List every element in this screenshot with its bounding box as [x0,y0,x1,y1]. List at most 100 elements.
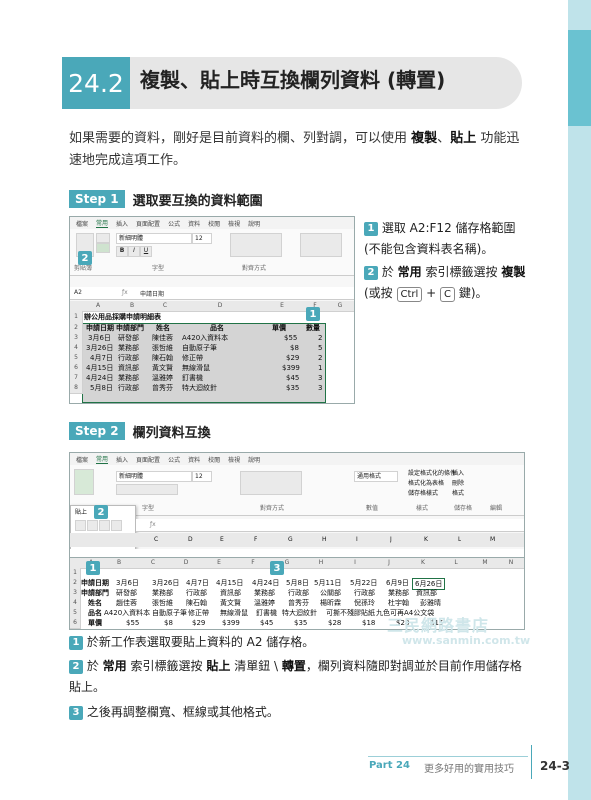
result-cell[interactable]: 修正帶 [188,608,209,618]
italic-icon[interactable]: I [128,246,140,257]
col-header[interactable]: H [304,558,339,569]
format-cells-button[interactable]: 格式 [452,489,464,499]
data-cell[interactable]: 自動原子筆 [182,343,217,353]
col-header[interactable]: K [406,558,441,569]
paste-no-border-icon[interactable] [111,520,122,531]
col-header[interactable]: D [180,301,261,312]
header-cell[interactable]: 申請部門 [116,323,144,333]
result-cell[interactable]: 黃文賢 [220,598,241,608]
tab-home[interactable]: 常用 [96,454,109,464]
col-header[interactable]: K [424,535,428,545]
result-cell[interactable]: 張哲維 [152,598,173,608]
result-cell[interactable]: 彭雅晴 [420,598,441,608]
result-cell[interactable]: $29 [192,618,205,628]
result-cell[interactable]: 單價 [88,618,102,628]
col-header[interactable]: I [356,535,358,545]
data-cell[interactable]: 3月26日 [86,343,113,353]
data-cell[interactable]: 張哲維 [152,343,173,353]
result-cell[interactable]: 4月7日 [186,578,209,588]
col-header[interactable]: G [326,301,354,312]
result-cell[interactable]: $8 [164,618,173,628]
col-header[interactable]: E [260,301,305,312]
result-cell[interactable]: 行政部 [354,588,375,598]
conditional-format-button[interactable]: 設定格式化的條件 [408,469,456,479]
paste-formulas-icon[interactable] [87,520,98,531]
tab-file[interactable]: 檔案 [76,455,88,464]
result-cell[interactable]: 特大迴紋針 [282,608,317,618]
number-format-controls[interactable] [300,233,342,257]
data-cell[interactable]: $45 [286,373,299,383]
font-name-select[interactable]: 新細明體 [116,233,192,244]
col-header[interactable]: M [490,535,495,545]
tab-review[interactable]: 校閱 [208,219,220,228]
data-cell[interactable]: 4月15日 [86,363,113,373]
underline-icon[interactable]: U [140,246,152,257]
result-cell[interactable]: 無線滑鼠 [220,608,248,618]
tab-data[interactable]: 資料 [188,455,200,464]
tab-help[interactable]: 說明 [248,219,260,228]
result-cell[interactable]: 杜宇翰 [388,598,409,608]
data-cell[interactable]: 1 [318,363,322,373]
data-cell[interactable]: 溫雅婷 [152,373,173,383]
data-cell[interactable]: 2 [318,333,322,343]
tab-file[interactable]: 檔案 [76,219,88,228]
col-header[interactable]: A [82,301,115,312]
font-size-select[interactable]: 12 [192,471,212,482]
result-cell[interactable]: 倪孫玲 [354,598,375,608]
result-cell[interactable]: A420入資料本 [104,608,150,618]
result-cell[interactable]: 資訊部 [416,588,437,598]
result-cell[interactable]: 申請日期 [81,578,109,588]
tab-insert[interactable]: 插入 [116,455,128,464]
header-cell[interactable]: 姓名 [156,323,170,333]
result-cell[interactable]: 行政部 [186,588,207,598]
result-cell[interactable]: $399 [222,618,240,628]
font-size-select[interactable]: 12 [192,233,212,244]
result-cell[interactable]: 6月9日 [386,578,409,588]
result-cell[interactable]: 業務部 [388,588,409,598]
cut-icon[interactable] [96,233,110,243]
paste-formatting-icon[interactable] [99,520,110,531]
tab-help[interactable]: 說明 [248,455,260,464]
result-cell[interactable]: 3月6日 [116,578,139,588]
col-header[interactable]: H [322,535,327,545]
result-cell[interactable]: 陳石翰 [186,598,207,608]
result-cell[interactable]: 品名 [88,608,102,618]
result-cell[interactable]: 4月24日 [252,578,279,588]
result-cell[interactable]: 申請部門 [81,588,109,598]
header-cell[interactable]: 單價 [272,323,286,333]
data-cell[interactable]: 行政部 [118,383,139,393]
result-cell[interactable]: 自動原子筆 [152,608,187,618]
data-cell[interactable]: 業務部 [118,373,139,383]
data-cell[interactable]: 4月7日 [90,353,113,363]
data-cell[interactable]: 陳石翰 [152,353,173,363]
result-cell[interactable]: 業務部 [152,588,173,598]
col-header[interactable]: B [102,558,137,569]
name-box[interactable]: A2 [74,289,82,296]
function-icon[interactable]: ƒx [122,289,128,296]
result-cell[interactable]: $28 [328,618,341,628]
data-cell[interactable]: 釘書機 [182,373,203,383]
header-cell[interactable]: 數量 [306,323,320,333]
col-header[interactable]: N [498,558,524,569]
result-cell[interactable]: 行政部 [288,588,309,598]
format-as-table-button[interactable]: 格式化為表格 [408,479,444,489]
data-cell[interactable]: 曾秀芬 [152,383,173,393]
tab-data[interactable]: 資料 [188,219,200,228]
result-cell[interactable]: 資訊部 [220,588,241,598]
insert-cells-button[interactable]: 插入 [452,469,464,479]
data-cell[interactable]: 無線滑鼠 [182,363,210,373]
row-header[interactable]: 8 [70,383,83,394]
result-cell[interactable]: 趙佳蓉 [116,598,137,608]
result-cell[interactable]: 5月22日 [350,578,377,588]
result-cell[interactable]: 3月26日 [152,578,179,588]
col-header[interactable]: M [472,558,499,569]
data-cell[interactable]: $55 [284,333,297,343]
col-header[interactable]: B [114,301,151,312]
result-cell[interactable]: $18 [362,618,375,628]
data-cell[interactable]: 黃文賢 [152,363,173,373]
col-header[interactable]: C [150,301,181,312]
data-cell[interactable]: 行政部 [118,353,139,363]
data-cell[interactable]: $399 [282,363,300,373]
result-cell[interactable]: 可撕不殘膠貼紙 [326,608,375,618]
data-cell[interactable]: 2 [318,353,322,363]
